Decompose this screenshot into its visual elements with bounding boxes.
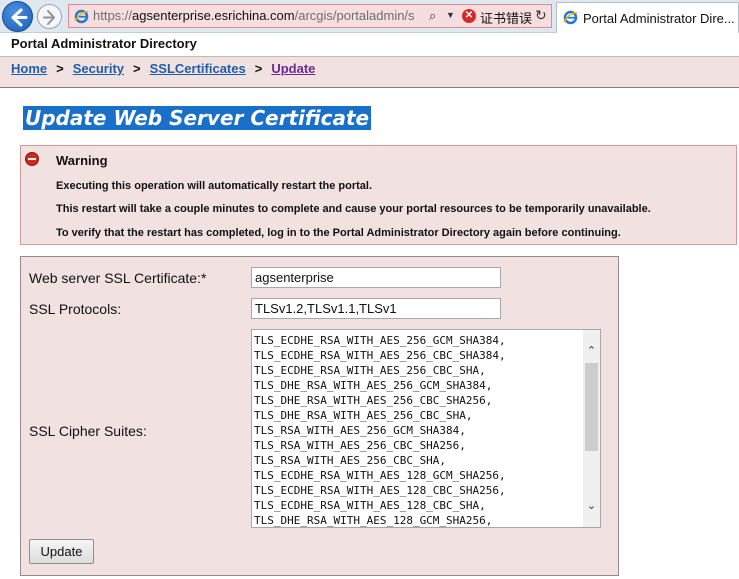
search-icon[interactable]: ⌕: [429, 8, 436, 24]
breadcrumb: Home > Security > SSLCertificates > Update: [11, 61, 315, 76]
cipher-suites-textarea[interactable]: TLS_ECDHE_RSA_WITH_AES_256_GCM_SHA384, T…: [251, 329, 601, 528]
certificate-input[interactable]: [251, 267, 501, 288]
scroll-down-arrow-icon[interactable]: ⌄: [583, 499, 600, 513]
url-text[interactable]: https://agsenterprise.esrichina.com/arcg…: [93, 8, 423, 23]
update-button[interactable]: Update: [29, 539, 94, 564]
stop-warning-icon: [25, 152, 39, 166]
breadcrumb-security-link[interactable]: Security: [73, 61, 124, 76]
scrollbar-thumb[interactable]: [585, 363, 598, 451]
breadcrumb-sslcertificates-link[interactable]: SSLCertificates: [150, 61, 246, 76]
address-bar[interactable]: https://agsenterprise.esrichina.com/arcg…: [68, 4, 552, 28]
warning-message: Executing this operation will automatica…: [56, 180, 373, 192]
warning-title: Warning: [56, 153, 108, 168]
url-scheme: https://: [93, 8, 133, 23]
warning-panel: Warning Executing this operation will au…: [20, 145, 737, 245]
cipher-suites-text[interactable]: TLS_ECDHE_RSA_WITH_AES_256_GCM_SHA384, T…: [254, 333, 582, 527]
certificate-label: Web server SSL Certificate:*: [29, 270, 207, 286]
browser-toolbar: https://agsenterprise.esrichina.com/arcg…: [0, 0, 739, 33]
forward-arrow-icon: [43, 10, 55, 25]
dropdown-icon[interactable]: ▼: [446, 10, 455, 20]
breadcrumb-home-link[interactable]: Home: [11, 61, 47, 76]
certificate-error-icon[interactable]: ✕: [462, 9, 476, 23]
back-button[interactable]: [2, 1, 33, 32]
browser-tab[interactable]: Portal Administrator Dire...: [556, 2, 739, 33]
scrollbar[interactable]: ⌃ ⌄: [583, 330, 600, 527]
breadcrumb-update-link[interactable]: Update: [271, 61, 315, 76]
forward-button[interactable]: [37, 4, 62, 29]
url-path: /arcgis/portaladmin/s: [294, 8, 415, 23]
ie-logo-icon: [563, 10, 578, 25]
breadcrumb-bar: Home > Security > SSLCertificates > Update: [0, 56, 739, 88]
page-title: Update Web Server Certificate: [23, 106, 372, 130]
breadcrumb-separator: >: [56, 61, 64, 76]
breadcrumb-separator: >: [254, 61, 263, 76]
breadcrumb-separator: >: [133, 61, 141, 76]
ie-logo-icon: [74, 9, 89, 24]
back-arrow-icon: [11, 8, 28, 27]
url-host: agsenterprise.esrichina.com: [132, 8, 295, 23]
warning-message: To verify that the restart has completed…: [56, 227, 621, 239]
protocols-label: SSL Protocols:: [29, 301, 122, 317]
update-certificate-form: Web server SSL Certificate:* SSL Protoco…: [20, 256, 619, 576]
warning-message: This restart will take a couple minutes …: [56, 203, 651, 215]
cipher-suites-label: SSL Cipher Suites:: [29, 423, 147, 439]
site-title: Portal Administrator Directory: [11, 36, 197, 51]
protocols-input[interactable]: [251, 298, 501, 319]
scroll-up-arrow-icon[interactable]: ⌃: [583, 344, 600, 358]
tab-title: Portal Administrator Dire...: [583, 11, 735, 26]
refresh-icon[interactable]: ↻: [535, 7, 547, 24]
certificate-error-label[interactable]: 证书错误: [480, 8, 532, 27]
